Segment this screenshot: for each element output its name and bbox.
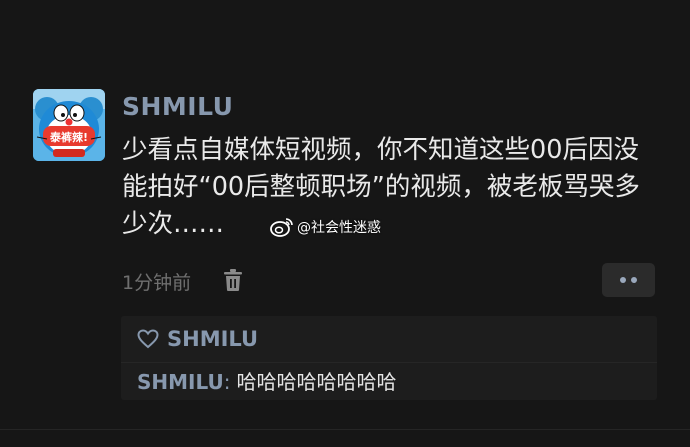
comment-text: 哈哈哈哈哈哈哈哈 <box>236 370 397 394</box>
likes-row: SHMILU <box>137 326 258 352</box>
avatar[interactable]: 泰裤辣! <box>33 89 105 161</box>
comment-separator: : <box>223 370 231 394</box>
post-author-name[interactable]: SHMILU <box>122 92 233 121</box>
panel-divider <box>121 362 657 363</box>
more-actions-button[interactable] <box>602 263 655 297</box>
weibo-icon <box>270 218 293 237</box>
doraemon-avatar-image: 泰裤辣! <box>33 89 105 161</box>
comment-item[interactable]: SHMILU: 哈哈哈哈哈哈哈哈 <box>137 368 397 396</box>
post-body-text: 少看点自媒体短视频，你不知道这些00后因没能拍好“00后整顿职场”的视频，被老板… <box>122 135 640 239</box>
watermark-handle: @社会性迷惑 <box>297 220 381 236</box>
comment-author-name[interactable]: SHMILU <box>137 370 224 394</box>
post-timestamp: 1分钟前 <box>122 272 192 294</box>
trash-icon[interactable] <box>222 268 244 292</box>
likes-comments-panel: SHMILU SHMILU: 哈哈哈哈哈哈哈哈 <box>121 316 657 400</box>
heart-outline-icon <box>137 329 159 349</box>
post-bottom-divider <box>0 429 690 430</box>
weibo-watermark: @社会性迷惑 <box>270 212 381 242</box>
more-dots-icon <box>620 277 637 283</box>
avatar-caption: 泰裤辣! <box>49 130 88 144</box>
like-user-name[interactable]: SHMILU <box>167 327 258 351</box>
moments-post-screen: 泰裤辣! SHMILU 少看点自媒体短视频，你不知道这些00后因没能拍好“00后… <box>0 0 690 447</box>
